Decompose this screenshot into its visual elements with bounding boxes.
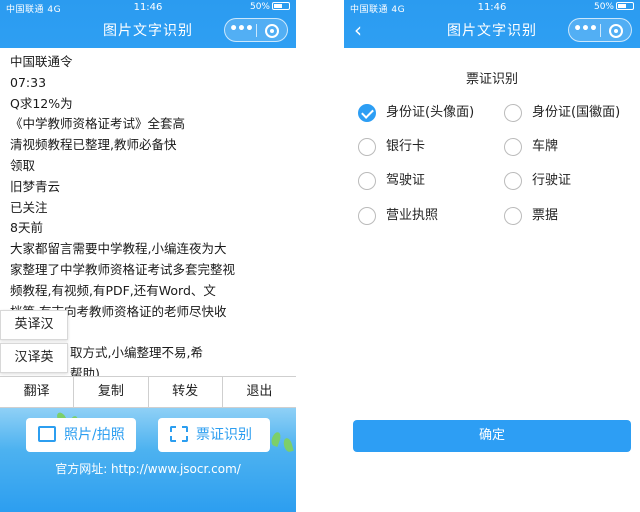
battery-percent: 50% bbox=[593, 2, 614, 12]
radio-icon[interactable] bbox=[358, 172, 376, 190]
capsule-divider bbox=[256, 24, 257, 37]
chinese-to-english-button[interactable]: 汉译英 bbox=[0, 343, 68, 373]
radio-icon[interactable] bbox=[504, 172, 522, 190]
option-label: 营业执照 bbox=[386, 208, 439, 223]
ticket-recognition-button[interactable]: 票证识别 bbox=[158, 418, 270, 452]
ocr-line: 频教程,有视频,有PDF,还有Word、文 bbox=[10, 282, 216, 298]
battery-icon bbox=[272, 2, 290, 10]
image-icon bbox=[38, 426, 56, 442]
ocr-line: 8天前 bbox=[10, 220, 43, 236]
photo-button-label: 照片/拍照 bbox=[64, 427, 125, 443]
status-bar: 中国联通 4G 11:46 50% bbox=[0, 0, 296, 16]
battery-indicator: 50% bbox=[594, 2, 634, 12]
ticket-button-label: 票证识别 bbox=[196, 427, 252, 443]
section-title: 票证识别 bbox=[465, 72, 518, 87]
option-label: 驾驶证 bbox=[386, 173, 426, 188]
photo-capture-button[interactable]: 照片/拍照 bbox=[26, 418, 136, 452]
radio-icon[interactable] bbox=[358, 207, 376, 225]
option-label: 行驶证 bbox=[532, 173, 572, 188]
copy-button[interactable]: 复制 bbox=[74, 377, 149, 407]
translate-button[interactable]: 翻译 bbox=[0, 377, 75, 407]
leaf-decoration bbox=[282, 437, 294, 453]
status-bar: 中国联通 4G 11:46 50% bbox=[344, 0, 640, 16]
battery-percent: 50% bbox=[249, 2, 270, 12]
english-to-chinese-button[interactable]: 英译汉 bbox=[0, 310, 68, 340]
close-miniprogram-icon[interactable] bbox=[265, 24, 279, 38]
battery-indicator: 50% bbox=[250, 2, 290, 12]
ocr-line: 《中学教师资格证考试》全套高 bbox=[10, 116, 186, 132]
radio-checked-icon[interactable] bbox=[358, 104, 376, 122]
radio-icon[interactable] bbox=[504, 138, 522, 156]
more-icon[interactable]: ••• bbox=[569, 21, 601, 37]
miniprogram-capsule[interactable]: ••• bbox=[224, 18, 288, 42]
option-label: 车牌 bbox=[532, 139, 559, 154]
right-screen: 中国联通 4G 11:46 50% ‹ 图片文字识别 ••• 票证识别 身份证(… bbox=[344, 0, 640, 512]
action-bar: 翻译 复制 转发 退出 bbox=[0, 376, 296, 408]
option-label: 票据 bbox=[532, 208, 559, 223]
capsule-divider bbox=[600, 24, 601, 37]
leaf-decoration bbox=[269, 431, 283, 447]
left-screen: 中国联通 4G 11:46 50% 图片文字识别 ••• 中国联通令 07:33 Q… bbox=[0, 0, 296, 512]
option-label: 身份证(头像面) bbox=[386, 105, 475, 120]
miniprogram-capsule[interactable]: ••• bbox=[568, 18, 632, 42]
confirm-button[interactable]: 确定 bbox=[353, 420, 631, 452]
more-icon[interactable]: ••• bbox=[225, 21, 257, 37]
ticket-icon bbox=[170, 426, 188, 442]
share-button[interactable]: 转发 bbox=[149, 377, 223, 407]
close-miniprogram-icon[interactable] bbox=[609, 24, 623, 38]
ocr-line: 07:33 bbox=[10, 74, 47, 90]
ocr-line: 中国联通令 bbox=[10, 54, 73, 69]
ocr-line: 家整理了中学教师资格证考试多套完整视 bbox=[10, 261, 236, 277]
radio-icon[interactable] bbox=[504, 207, 522, 225]
radio-icon[interactable] bbox=[504, 104, 522, 122]
ocr-line: Q求12%为 bbox=[10, 95, 73, 111]
bottom-panel: 照片/拍照 票证识别 官方网址: http://www.jsocr.com/ bbox=[0, 408, 296, 512]
official-website-link[interactable]: 官方网址: http://www.jsocr.com/ bbox=[0, 460, 296, 477]
battery-icon bbox=[616, 2, 634, 10]
ocr-line: 大家都留言需要中学教程,小编连夜为大 bbox=[10, 241, 227, 257]
exit-button[interactable]: 退出 bbox=[223, 377, 296, 407]
option-label: 身份证(国徽面) bbox=[532, 105, 621, 120]
right-header: 中国联通 4G 11:46 50% ‹ 图片文字识别 ••• bbox=[344, 0, 640, 48]
ocr-line: 旧梦青云 bbox=[10, 178, 61, 194]
ocr-line: 清视频教程已整理,教师必备快 bbox=[10, 137, 177, 153]
ocr-line: 已关注 bbox=[10, 199, 48, 215]
radio-icon[interactable] bbox=[358, 138, 376, 156]
left-header: 中国联通 4G 11:46 50% 图片文字识别 ••• bbox=[0, 0, 296, 48]
ocr-line: 领取 bbox=[10, 157, 36, 173]
option-label: 银行卡 bbox=[386, 139, 426, 154]
